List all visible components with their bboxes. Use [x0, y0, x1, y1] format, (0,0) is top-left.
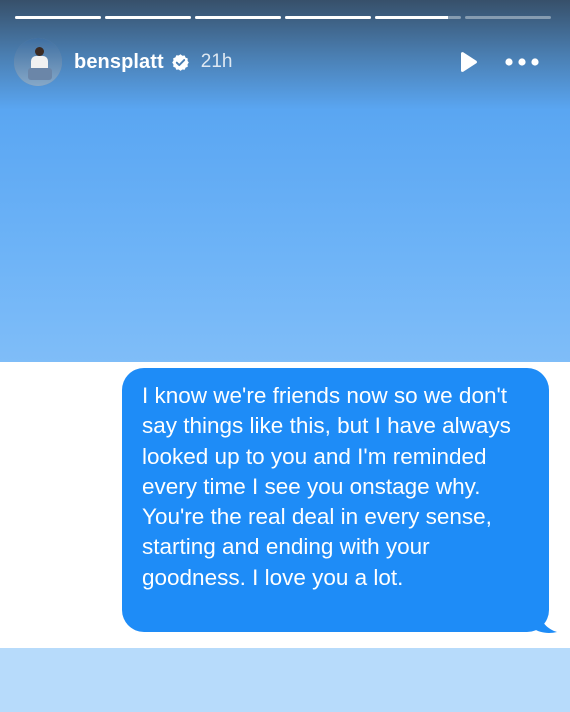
story-progress-segment	[465, 16, 551, 19]
play-button[interactable]	[454, 50, 482, 74]
story-progress-bars	[15, 16, 551, 19]
story-progress-fill	[285, 16, 371, 19]
story-progress-segment	[375, 16, 461, 19]
story-progress-segment	[15, 16, 101, 19]
more-options-icon	[505, 58, 539, 66]
message-bubble: I know we're friends now so we don't say…	[122, 368, 557, 634]
play-icon	[461, 52, 477, 72]
username[interactable]: bensplatt	[74, 51, 164, 74]
more-options-button[interactable]	[502, 50, 542, 74]
story-progress-segment	[195, 16, 281, 19]
story-header: bensplatt 21h	[14, 38, 556, 86]
story-progress-fill	[15, 16, 101, 19]
message-text: I know we're friends now so we don't say…	[122, 368, 549, 632]
story-progress-fill	[375, 16, 449, 19]
story-progress-segment	[105, 16, 191, 19]
verified-badge-icon	[171, 53, 190, 72]
story-background-bottom	[0, 648, 570, 712]
story-timestamp: 21h	[200, 51, 233, 72]
avatar[interactable]	[14, 38, 62, 86]
story-progress-fill	[195, 16, 281, 19]
avatar-figure-head	[35, 47, 44, 56]
story-progress-fill	[105, 16, 191, 19]
story-progress-segment	[285, 16, 371, 19]
avatar-figure-legs	[28, 68, 52, 80]
